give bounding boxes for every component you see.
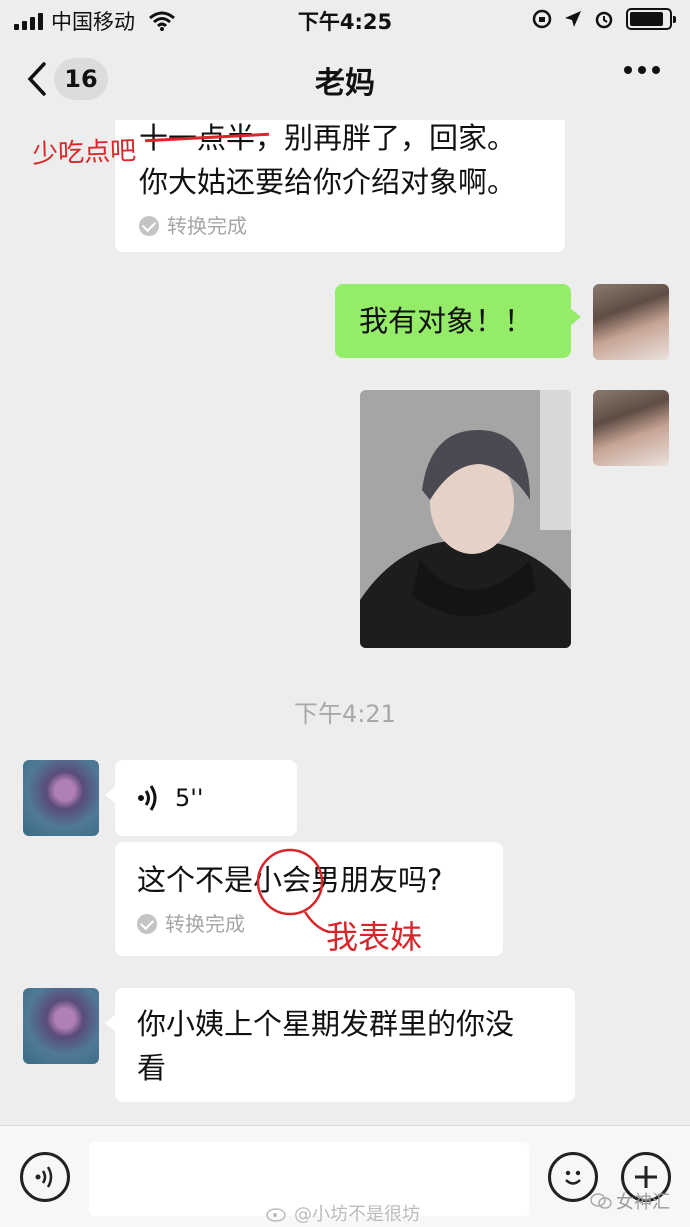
input-bar: @小坊不是很坊 女神汇 <box>0 1125 690 1227</box>
message-line: 看 <box>137 1051 167 1085</box>
battery-icon <box>626 8 676 30</box>
status-bar: 中国移动 下午4:25 <box>0 0 690 38</box>
message-line: 你大姑还要给你介绍对象啊。 <box>139 165 517 199</box>
plus-icon <box>635 1166 657 1188</box>
annotation-eat-less: 少吃点吧 <box>31 136 137 170</box>
voice-input-button[interactable] <box>20 1152 70 1202</box>
more-options-button[interactable] <box>624 66 660 74</box>
dot-icon <box>638 66 646 74</box>
message-line: 十一点半，别再胖了，回家。 <box>139 121 517 155</box>
account-watermark: 女神汇 <box>590 1188 670 1214</box>
avatar-me[interactable] <box>593 390 669 466</box>
avatar-me[interactable] <box>593 284 669 360</box>
voice-wave-icon <box>138 785 157 811</box>
avatar-mom[interactable] <box>23 988 99 1064</box>
dot-icon <box>652 66 660 74</box>
check-circle-icon <box>139 216 159 236</box>
check-circle-icon <box>137 914 157 934</box>
message-bubble-mom-1[interactable]: 十一点半，别再胖了，回家。 你大姑还要给你介绍对象啊。 转换完成 <box>115 120 565 252</box>
chat-area[interactable]: 十一点半，别再胖了，回家。 你大姑还要给你介绍对象啊。 转换完成 少吃点吧 我有… <box>0 120 690 1125</box>
rotation-lock-icon <box>532 9 552 29</box>
wechat-logo-icon <box>590 1193 612 1209</box>
avatar-mom[interactable] <box>23 760 99 836</box>
image-message[interactable] <box>360 390 571 648</box>
location-icon <box>565 11 581 27</box>
chat-title: 老妈 <box>315 66 375 101</box>
message-bubble-me-text[interactable]: 我有对象！！ <box>335 284 581 358</box>
smiley-icon <box>565 1170 581 1185</box>
alarm-icon <box>595 11 613 29</box>
weibo-watermark: @小坊不是很坊 <box>266 1200 420 1226</box>
convert-status: 转换完成 <box>139 212 543 240</box>
message-line: 你小姨上个星期发群里的你没 <box>137 1007 515 1041</box>
voice-wave-icon <box>35 1166 53 1188</box>
status-right <box>532 8 676 30</box>
time-divider: 下午4:21 <box>294 700 396 728</box>
annotation-my-cousin: 我表妹 <box>326 918 423 956</box>
voice-message-bubble[interactable]: 5'' <box>105 760 297 836</box>
message-bubble-mom-2[interactable]: 你小姨上个星期发群里的你没 看 <box>105 988 575 1102</box>
weibo-logo-icon <box>266 1208 286 1222</box>
voice-duration: 5'' <box>175 784 204 812</box>
selfie-photo <box>360 390 571 648</box>
dot-icon <box>624 66 632 74</box>
nav-bar: 16 老妈 <box>0 38 690 120</box>
